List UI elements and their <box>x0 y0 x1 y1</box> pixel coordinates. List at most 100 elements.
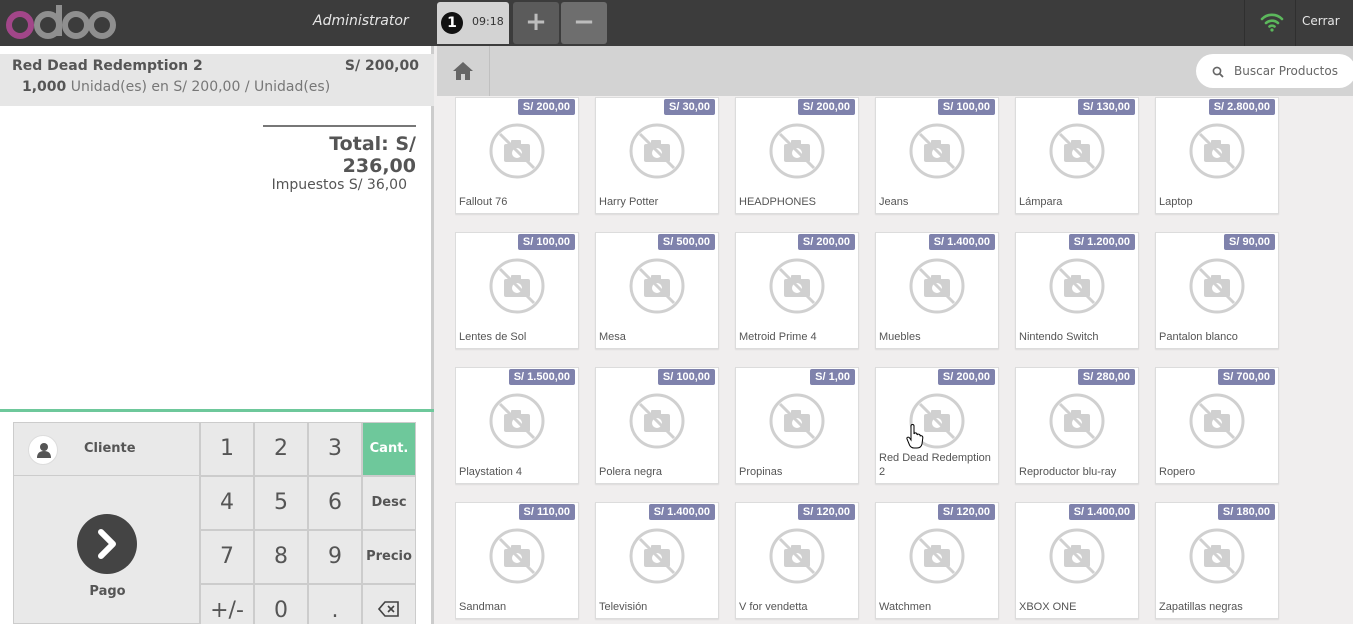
numpad-key-7[interactable]: 7 <box>200 530 254 584</box>
product-card[interactable]: S/ 120,00 Watchmen <box>875 502 999 619</box>
product-price: S/ 100,00 <box>937 99 995 115</box>
product-price: S/ 180,00 <box>1217 504 1275 520</box>
no-image-icon <box>1188 392 1246 454</box>
product-name: V for vendetta <box>739 601 808 613</box>
order-panel: Red Dead Redemption 2 S/ 200,00 1,000 Un… <box>0 46 434 624</box>
product-card[interactable]: S/ 280,00 Reproductor blu-ray <box>1015 367 1139 484</box>
numpad-key-sign[interactable]: +/- <box>200 584 254 624</box>
backspace-button[interactable] <box>362 584 416 624</box>
product-name: Mesa <box>599 331 626 343</box>
add-order-button[interactable]: + <box>513 2 559 44</box>
product-card[interactable]: S/ 180,00 Zapatillas negras <box>1155 502 1279 619</box>
numpad-key-4[interactable]: 4 <box>200 476 254 530</box>
product-card[interactable]: S/ 1.500,00 Playstation 4 <box>455 367 579 484</box>
order-line-price: S/ 200,00 <box>344 58 419 74</box>
product-card[interactable]: S/ 1,00 Propinas <box>735 367 859 484</box>
product-price: S/ 2.800,00 <box>1208 99 1275 115</box>
product-name: Lentes de Sol <box>459 331 527 343</box>
mode-price-button[interactable]: Precio <box>362 530 416 584</box>
connection-status[interactable] <box>1244 0 1296 46</box>
product-price: S/ 1,00 <box>810 369 855 385</box>
products-header <box>437 46 1353 96</box>
product-price: S/ 90,00 <box>1224 234 1275 250</box>
product-name: Metroid Prime 4 <box>739 331 817 343</box>
order-summary: Total: S/ 236,00 Impuestos S/ 36,00 <box>263 125 416 193</box>
product-price: S/ 200,00 <box>797 99 855 115</box>
home-category-button[interactable] <box>437 46 490 96</box>
search-input[interactable] <box>1234 60 1353 82</box>
numpad-key-2[interactable]: 2 <box>254 422 308 476</box>
product-card[interactable]: S/ 1.400,00 Muebles <box>875 232 999 349</box>
product-price: S/ 100,00 <box>657 369 715 385</box>
no-image-icon <box>1048 392 1106 454</box>
product-price: S/ 100,00 <box>517 234 575 250</box>
no-image-icon <box>488 122 546 184</box>
product-card[interactable]: S/ 1.400,00 Televisión <box>595 502 719 619</box>
customer-button[interactable]: Cliente <box>13 422 200 476</box>
order-line-info: 1,000 Unidad(es) en S/ 200,00 / Unidad(e… <box>22 79 330 95</box>
numpad-key-5[interactable]: 5 <box>254 476 308 530</box>
product-price: S/ 500,00 <box>657 234 715 250</box>
order-line-detail: Unidad(es) en S/ 200,00 / Unidad(es) <box>70 79 331 95</box>
remove-order-button[interactable]: − <box>561 2 607 44</box>
product-card[interactable]: S/ 500,00 Mesa <box>595 232 719 349</box>
product-price: S/ 700,00 <box>1217 369 1275 385</box>
no-image-icon <box>768 257 826 319</box>
product-card[interactable]: S/ 30,00 Harry Potter <box>595 97 719 214</box>
numpad-key-8[interactable]: 8 <box>254 530 308 584</box>
home-icon <box>453 62 473 80</box>
product-card[interactable]: S/ 130,00 Lámpara <box>1015 97 1139 214</box>
product-card[interactable]: S/ 200,00 Metroid Prime 4 <box>735 232 859 349</box>
product-price: S/ 1.400,00 <box>928 234 995 250</box>
product-name: Watchmen <box>879 601 932 613</box>
order-tab[interactable]: 1 09:18 <box>437 2 509 44</box>
order-line[interactable]: Red Dead Redemption 2 S/ 200,00 1,000 Un… <box>0 54 434 106</box>
product-price: S/ 1.400,00 <box>648 504 715 520</box>
no-image-icon <box>488 527 546 589</box>
product-card[interactable]: S/ 2.800,00 Laptop <box>1155 97 1279 214</box>
product-name: HEADPHONES <box>739 196 817 208</box>
user-name[interactable]: Administrator <box>313 13 409 29</box>
no-image-icon <box>1048 527 1106 589</box>
mode-discount-button[interactable]: Desc <box>362 476 416 530</box>
no-image-icon <box>1188 257 1246 319</box>
order-number-badge: 1 <box>441 12 463 34</box>
product-card[interactable]: S/ 200,00 HEADPHONES <box>735 97 859 214</box>
product-card[interactable]: S/ 1.200,00 Nintendo Switch <box>1015 232 1139 349</box>
order-total: Total: S/ 236,00 <box>329 133 416 177</box>
product-price: S/ 1.500,00 <box>508 369 575 385</box>
backspace-icon <box>377 601 399 617</box>
numpad-key-1[interactable]: 1 <box>200 422 254 476</box>
product-price: S/ 280,00 <box>1077 369 1135 385</box>
payment-button[interactable]: Pago <box>13 476 200 624</box>
no-image-icon <box>1048 257 1106 319</box>
mode-quantity-button[interactable]: Cant. <box>362 422 416 476</box>
numpad-key-decimal[interactable]: . <box>308 584 362 624</box>
product-price: S/ 30,00 <box>664 99 715 115</box>
customer-label: Cliente <box>84 441 136 456</box>
no-image-icon <box>628 122 686 184</box>
numpad-key-6[interactable]: 6 <box>308 476 362 530</box>
product-name: Muebles <box>879 331 921 343</box>
order-time: 09:18 <box>472 15 504 28</box>
product-card[interactable]: S/ 200,00 Red Dead Redemption 2 <box>875 367 999 484</box>
product-name: Fallout 76 <box>459 196 508 208</box>
product-card[interactable]: S/ 200,00 Fallout 76 <box>455 97 579 214</box>
product-card[interactable]: S/ 100,00 Polera negra <box>595 367 719 484</box>
product-card[interactable]: S/ 100,00 Jeans <box>875 97 999 214</box>
numpad-key-0[interactable]: 0 <box>254 584 308 624</box>
odoo-logo <box>6 5 116 39</box>
product-card[interactable]: S/ 100,00 Lentes de Sol <box>455 232 579 349</box>
search-box <box>1196 54 1353 88</box>
numpad-key-3[interactable]: 3 <box>308 422 362 476</box>
no-image-icon <box>1188 527 1246 589</box>
product-name: Lámpara <box>1019 196 1063 208</box>
product-card[interactable]: S/ 110,00 Sandman <box>455 502 579 619</box>
product-card[interactable]: S/ 120,00 V for vendetta <box>735 502 859 619</box>
numpad-key-9[interactable]: 9 <box>308 530 362 584</box>
product-card[interactable]: S/ 90,00 Pantalon blanco <box>1155 232 1279 349</box>
no-image-icon <box>1048 122 1106 184</box>
product-card[interactable]: S/ 1.400,00 XBOX ONE <box>1015 502 1139 619</box>
close-button[interactable]: Cerrar <box>1302 14 1340 28</box>
product-card[interactable]: S/ 700,00 Ropero <box>1155 367 1279 484</box>
